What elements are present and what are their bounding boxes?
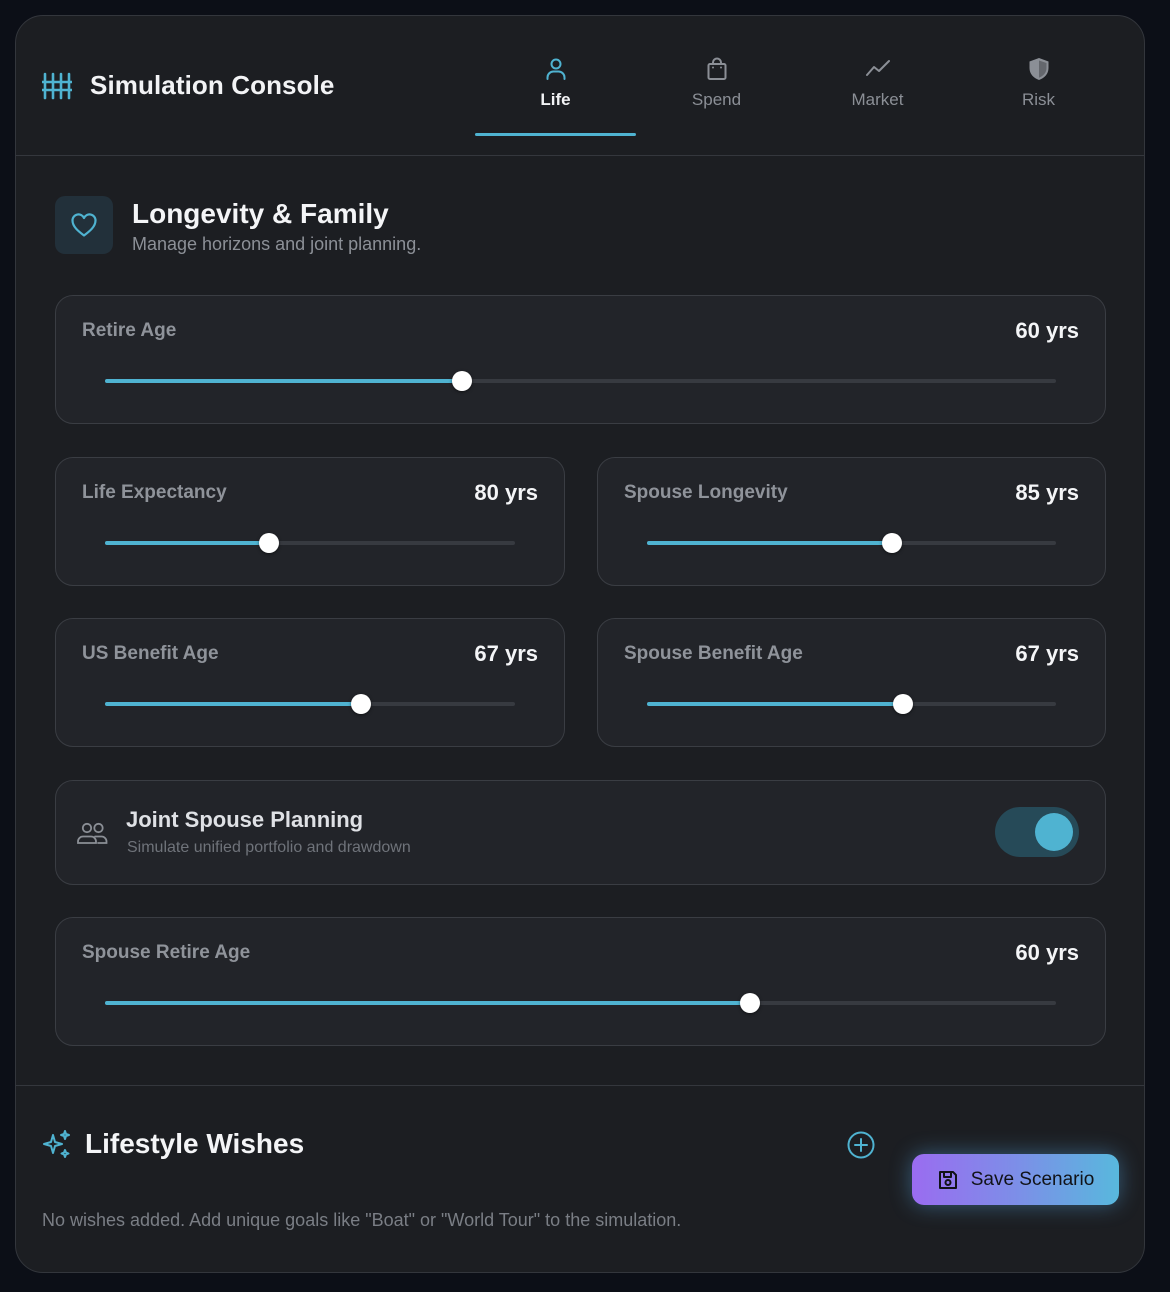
- slider-label: Spouse Benefit Age: [624, 643, 803, 664]
- heart-icon: [71, 213, 97, 237]
- brand: Simulation Console: [42, 70, 334, 101]
- spouse-benefit-age-slider[interactable]: [647, 694, 1056, 714]
- joint-planning-card: Joint Spouse Planning Simulate unified p…: [55, 780, 1106, 885]
- section-subtitle: Manage horizons and joint planning.: [132, 234, 422, 254]
- slider-label: Life Expectancy: [82, 482, 227, 503]
- slider-value: 60 yrs: [1015, 318, 1079, 343]
- person-icon: [546, 58, 565, 80]
- joint-planning-toggle[interactable]: [995, 807, 1079, 857]
- section-divider: [16, 1085, 1144, 1086]
- section-header: Longevity & Family Manage horizons and j…: [55, 196, 421, 255]
- people-icon: [77, 822, 108, 844]
- sparkle-icon: [43, 1130, 70, 1158]
- section-title: Longevity & Family: [132, 198, 389, 229]
- slider-fill: [105, 541, 269, 545]
- tab-label: Market: [851, 90, 904, 109]
- slider-label: US Benefit Age: [82, 643, 219, 664]
- plus-circle-icon: [847, 1131, 875, 1159]
- wishes-header: Lifestyle Wishes: [42, 1128, 304, 1160]
- retire-age-slider[interactable]: [105, 371, 1056, 391]
- tab-label: Life: [540, 90, 571, 109]
- slider-label: Spouse Longevity: [624, 482, 788, 503]
- section-text: Longevity & Family Manage horizons and j…: [132, 196, 421, 255]
- slider-value: 80 yrs: [474, 480, 538, 505]
- slider-thumb[interactable]: [451, 371, 472, 391]
- wishes-title: Lifestyle Wishes: [85, 1128, 305, 1159]
- joint-planning-title: Joint Spouse Planning: [126, 807, 364, 832]
- toggle-knob: [1035, 813, 1073, 851]
- shopping-bag-icon: [707, 57, 726, 80]
- tab-label: Spend: [691, 90, 742, 109]
- spouse-longevity-card: Spouse Longevity 85 yrs: [597, 457, 1106, 586]
- slider-value: 67 yrs: [1015, 641, 1079, 666]
- slider-label: Spouse Retire Age: [82, 942, 251, 963]
- life-expectancy-slider[interactable]: [105, 533, 515, 553]
- spouse-benefit-age-card: Spouse Benefit Age 67 yrs: [597, 618, 1106, 747]
- slider-thumb[interactable]: [892, 694, 913, 714]
- slider-fill: [105, 702, 362, 706]
- sliders-icon: [42, 72, 72, 99]
- retire-age-card: Retire Age 60 yrs: [55, 295, 1106, 424]
- slider-label: Retire Age: [82, 320, 177, 341]
- tab-risk[interactable]: Risk: [958, 16, 1119, 156]
- us-benefit-age-slider[interactable]: [105, 694, 515, 714]
- tab-bar: Life Spend Market Risk: [475, 16, 1119, 156]
- spouse-retire-age-card: Spouse Retire Age 60 yrs: [55, 917, 1106, 1046]
- slider-value: 60 yrs: [1015, 940, 1079, 965]
- slider-fill: [647, 541, 893, 545]
- slider-fill: [105, 379, 462, 383]
- save-scenario-label: Save Scenario: [970, 1168, 1095, 1190]
- spouse-retire-age-slider[interactable]: [105, 993, 1056, 1013]
- slider-thumb[interactable]: [351, 694, 372, 714]
- life-expectancy-card: Life Expectancy 80 yrs: [55, 457, 565, 586]
- slider-thumb[interactable]: [739, 993, 760, 1013]
- floppy-disk-icon: [938, 1170, 957, 1189]
- wishes-empty-text: No wishes added. Add unique goals like "…: [42, 1210, 682, 1230]
- tab-market[interactable]: Market: [797, 16, 958, 156]
- trend-line-icon: [865, 60, 890, 76]
- tab-life[interactable]: Life: [475, 16, 636, 156]
- tab-spend[interactable]: Spend: [636, 16, 797, 156]
- slider-value: 67 yrs: [474, 641, 538, 666]
- joint-planning-subtitle: Simulate unified portfolio and drawdown: [127, 839, 411, 856]
- slider-thumb[interactable]: [882, 533, 903, 553]
- app-title: Simulation Console: [90, 70, 335, 100]
- save-scenario-button[interactable]: Save Scenario: [912, 1154, 1119, 1205]
- slider-value: 85 yrs: [1015, 480, 1079, 505]
- section-icon-box: [55, 196, 113, 254]
- shield-icon: [1029, 58, 1048, 80]
- slider-thumb[interactable]: [259, 533, 279, 553]
- tab-label: Risk: [1021, 90, 1056, 109]
- slider-fill: [647, 702, 903, 706]
- simulation-console: Simulation Console Life Spend Market Ris…: [15, 15, 1145, 1273]
- header: Simulation Console Life Spend Market Ris…: [16, 16, 1144, 156]
- add-wish-button[interactable]: [846, 1130, 876, 1160]
- spouse-longevity-slider[interactable]: [647, 533, 1056, 553]
- us-benefit-age-card: US Benefit Age 67 yrs: [55, 618, 565, 747]
- slider-fill: [105, 1001, 750, 1005]
